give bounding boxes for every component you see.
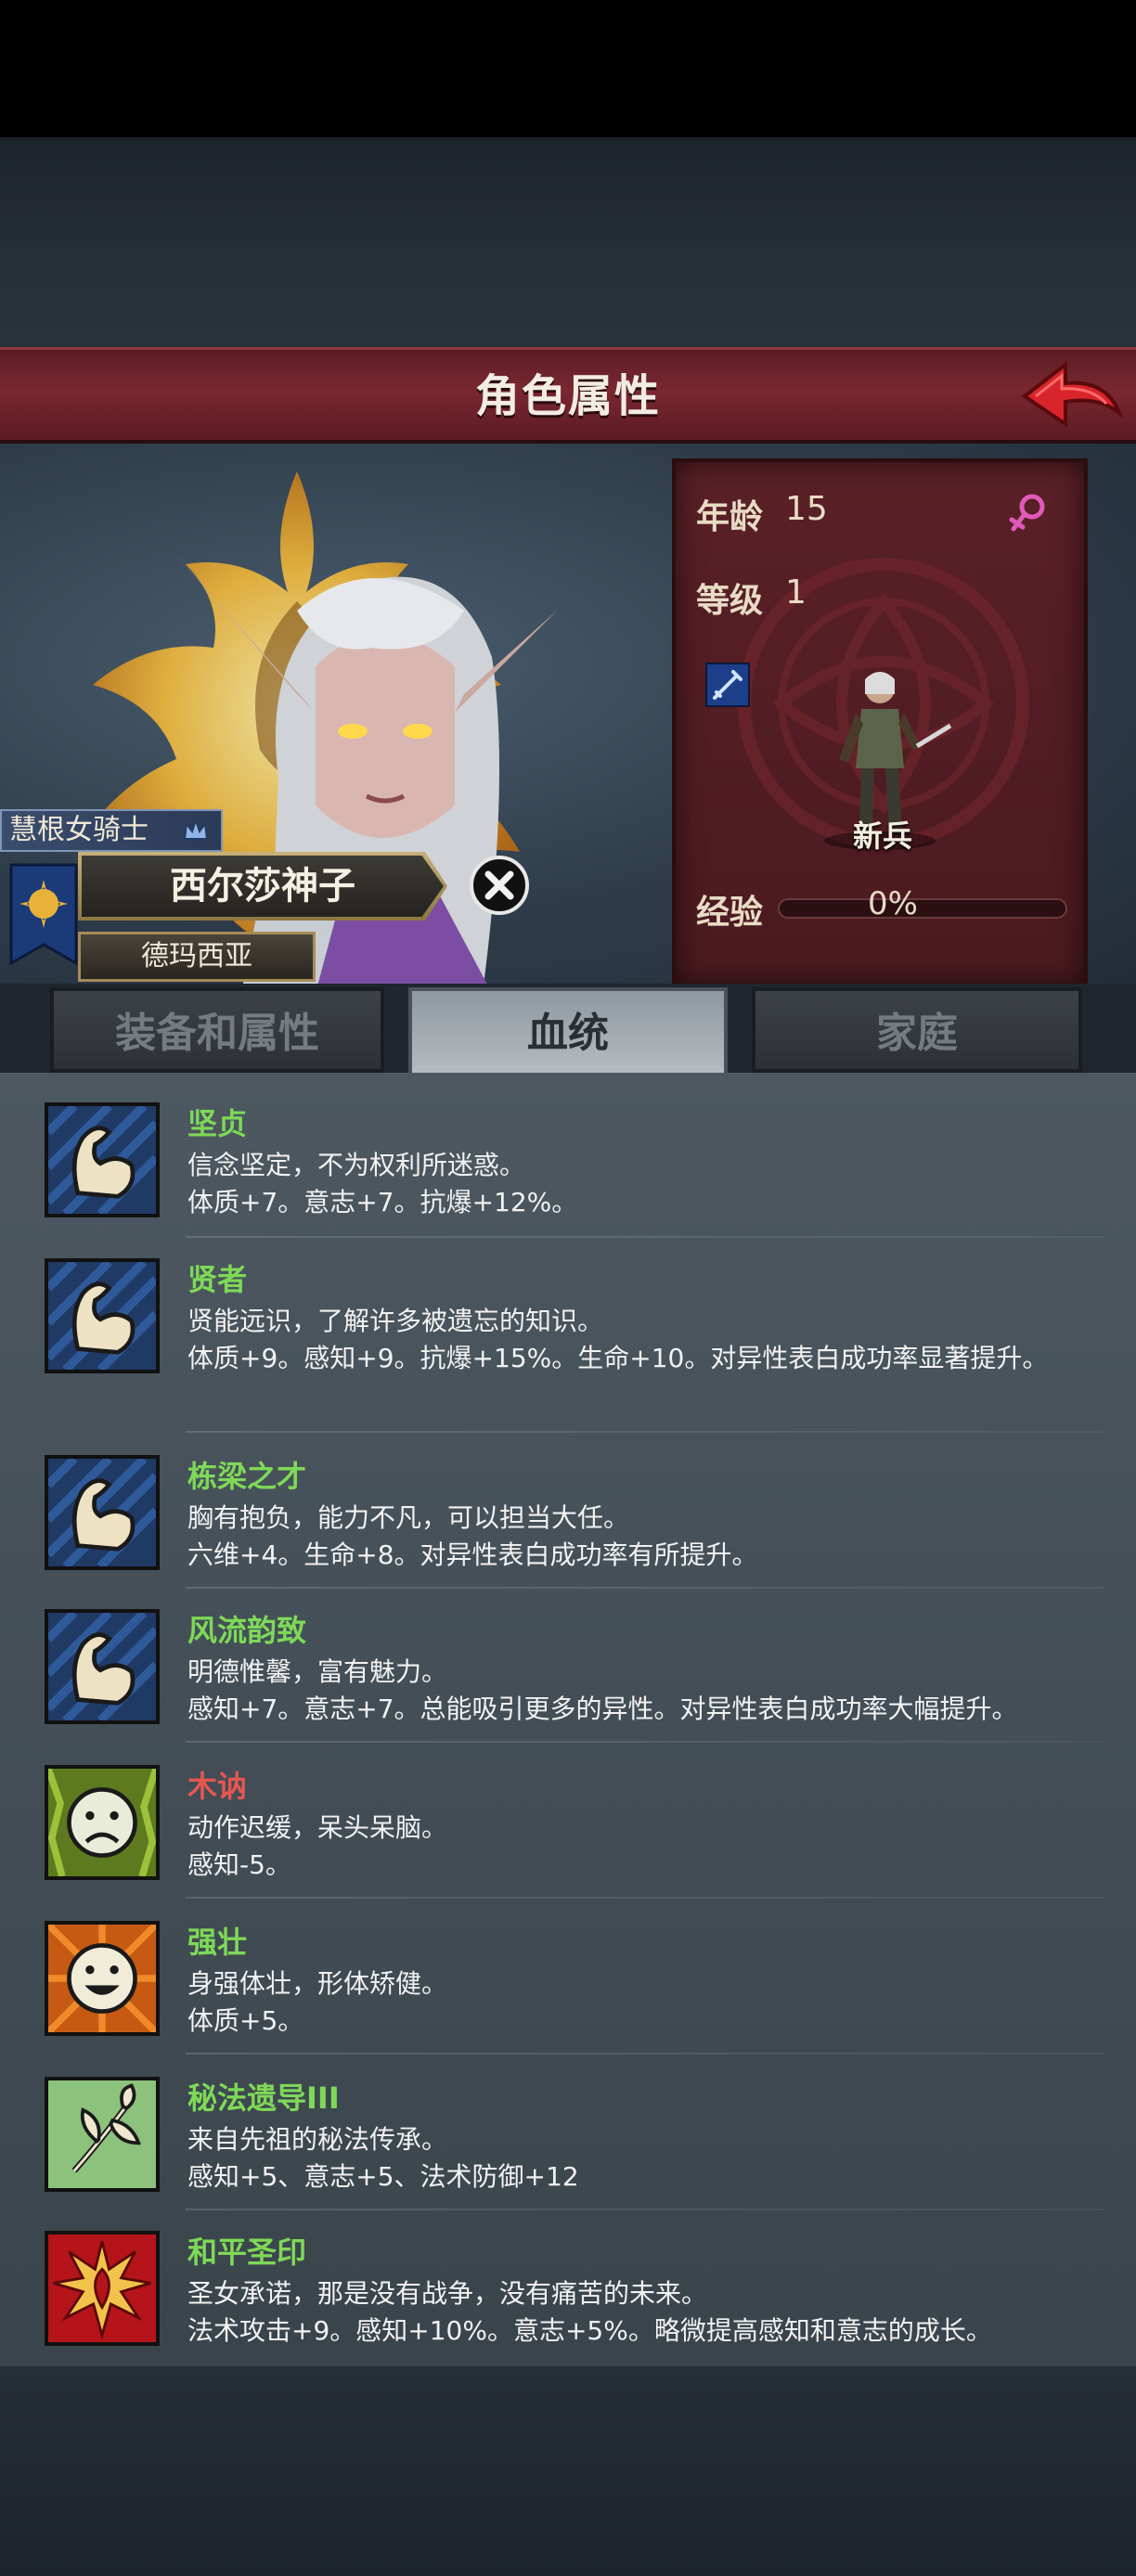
character-name-plate: 西尔莎神子 bbox=[78, 852, 447, 921]
exp-label: 经验 bbox=[696, 894, 764, 932]
sad-face-icon bbox=[45, 1765, 160, 1880]
character-name: 西尔莎神子 bbox=[82, 856, 444, 917]
divider bbox=[186, 2053, 1104, 2054]
exp-value: 0% bbox=[868, 885, 918, 922]
sword-class-icon bbox=[705, 663, 750, 707]
trait-name: 贤者 bbox=[187, 1262, 248, 1297]
trait-name: 风流韵致 bbox=[187, 1613, 307, 1648]
trait-effect: 感知-5。 bbox=[187, 1849, 291, 1880]
trait-name: 强壮 bbox=[187, 1925, 248, 1960]
trait-description: 明德惟馨，富有魅力。 bbox=[187, 1656, 448, 1687]
trait-description: 贤能远识，了解许多被遗忘的知识。 bbox=[187, 1306, 604, 1336]
bottom-background bbox=[0, 2366, 1136, 2576]
flexed-arm-icon bbox=[45, 1609, 160, 1724]
tab-equipment[interactable]: 装备和属性 bbox=[50, 987, 384, 1073]
crown-icon bbox=[183, 817, 209, 840]
top-background bbox=[0, 137, 1136, 347]
tab-bloodline[interactable]: 血统 bbox=[408, 987, 728, 1073]
faction-banner-icon bbox=[9, 863, 78, 965]
divider bbox=[186, 1587, 1104, 1589]
divider bbox=[186, 1236, 1104, 1238]
age-value: 15 bbox=[785, 490, 828, 528]
flexed-arm-icon bbox=[45, 1455, 160, 1570]
page-title: 角色属性 bbox=[474, 370, 661, 422]
title-bar: 角色属性 bbox=[0, 347, 1136, 444]
unit-type-name: 新兵 bbox=[852, 818, 912, 854]
unit-stat-panel: 年龄 15 等级 1 新兵 经验 0% bbox=[672, 458, 1088, 987]
trait-description: 信念坚定，不为权利所迷惑。 bbox=[187, 1150, 526, 1180]
divider bbox=[186, 1897, 1104, 1899]
leaf-branch-icon bbox=[45, 2077, 160, 2192]
age-label: 年龄 bbox=[696, 498, 764, 536]
flexed-arm-icon bbox=[45, 1102, 160, 1217]
trait-name: 木讷 bbox=[187, 1769, 248, 1804]
divider bbox=[186, 2209, 1104, 2210]
happy-face-icon bbox=[45, 1921, 160, 2036]
trait-effect: 体质+7。意志+7。抗爆+12%。 bbox=[187, 1187, 578, 1217]
trait-effect: 感知+5、意志+5、法术防御+12 bbox=[187, 2161, 579, 2192]
back-arrow-icon[interactable] bbox=[1017, 359, 1125, 437]
divider bbox=[186, 1741, 1104, 1743]
region-plate: 德玛西亚 bbox=[78, 932, 316, 982]
trait-effect: 体质+9。感知+9。抗爆+15%。生命+10。对异性表白成功率显著提升。 bbox=[187, 1343, 1049, 1373]
trait-description: 圣女承诺，那是没有战争，没有痛苦的未来。 bbox=[187, 2278, 708, 2309]
flexed-arm-icon bbox=[45, 1258, 160, 1373]
trait-effect: 六维+4。生命+8。对异性表白成功率有所提升。 bbox=[187, 1539, 758, 1570]
trait-name: 坚贞 bbox=[187, 1106, 248, 1141]
trait-description: 胸有抱负，能力不凡，可以担当大任。 bbox=[187, 1502, 630, 1533]
trait-effect: 法术攻击+9。感知+10%。意志+5%。略微提高感知和意志的成长。 bbox=[187, 2315, 992, 2346]
holy-sigil-icon bbox=[45, 2231, 160, 2346]
trait-name: 栋梁之才 bbox=[187, 1459, 307, 1494]
trait-effect: 感知+7。意志+7。总能吸引更多的异性。对异性表白成功率大幅提升。 bbox=[187, 1694, 1018, 1724]
trait-description: 身强体壮，形体矫健。 bbox=[187, 1968, 448, 1999]
level-value: 1 bbox=[785, 573, 807, 612]
female-gender-icon bbox=[1009, 494, 1045, 532]
status-bar-area bbox=[0, 0, 1136, 137]
trait-name: 秘法遗导III bbox=[187, 2080, 340, 2116]
trait-effect: 体质+5。 bbox=[187, 2005, 304, 2036]
divider bbox=[186, 1431, 1104, 1433]
level-label: 等级 bbox=[696, 582, 764, 620]
trait-description: 动作迟缓，呆头呆脑。 bbox=[187, 1812, 448, 1843]
trait-description: 来自先祖的秘法传承。 bbox=[187, 2124, 448, 2155]
trait-name: 和平圣印 bbox=[187, 2235, 307, 2270]
tab-family[interactable]: 家庭 bbox=[752, 987, 1082, 1073]
close-icon[interactable] bbox=[468, 854, 531, 917]
